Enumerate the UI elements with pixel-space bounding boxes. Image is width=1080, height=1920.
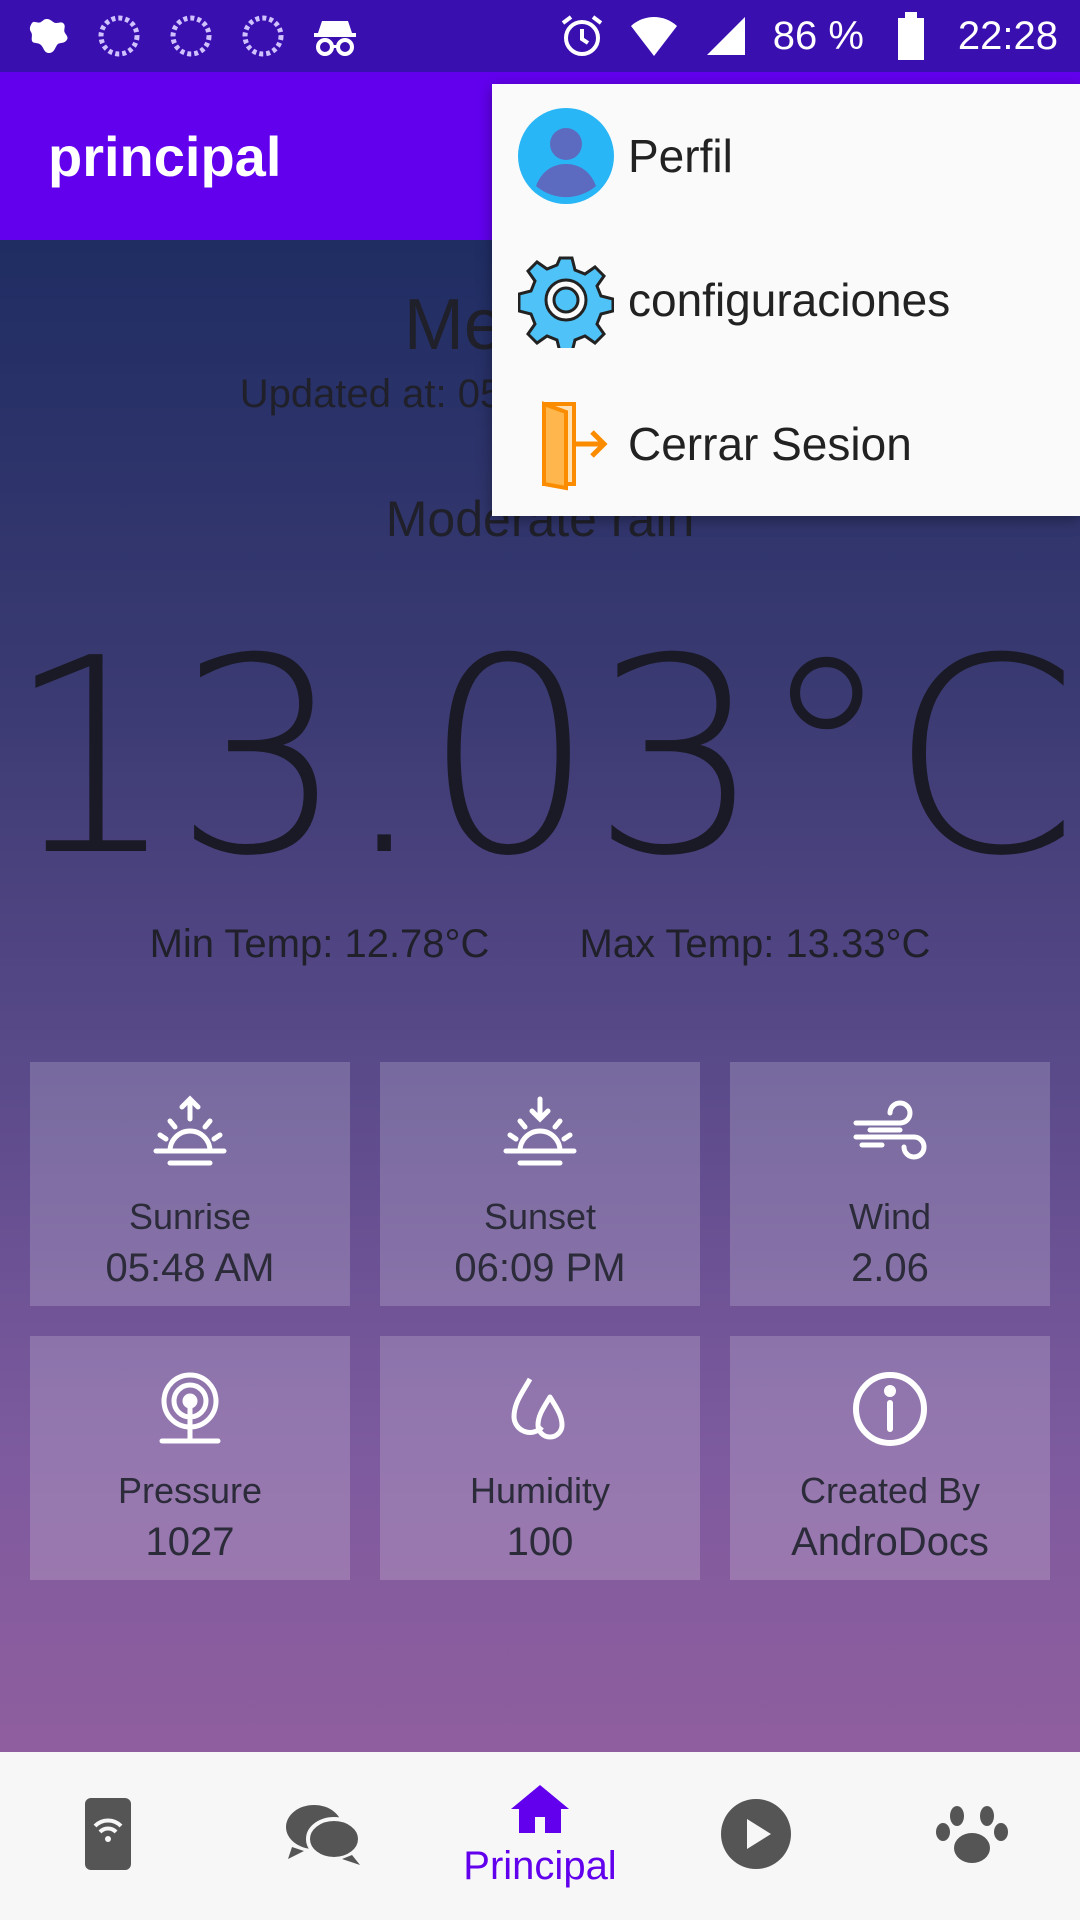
loading-icon	[238, 11, 288, 61]
home-icon	[509, 1783, 571, 1840]
app-notification-icon	[22, 11, 72, 61]
signal-icon	[701, 11, 751, 61]
sunrise-icon	[145, 1090, 235, 1180]
humidity-icon	[495, 1364, 585, 1454]
battery-percent: 86 %	[772, 13, 864, 58]
nav-label-principal: Principal	[463, 1844, 617, 1888]
paw-icon	[935, 1802, 1009, 1871]
status-bar-right: 86 % 22:28	[557, 11, 1058, 61]
logout-door-icon	[516, 394, 616, 494]
app-bar-title: principal	[48, 124, 282, 188]
card-sunrise: Sunrise 05:48 AM	[30, 1062, 350, 1306]
nav-item-phone-wifi[interactable]	[8, 1752, 208, 1920]
card-value: 2.06	[851, 1246, 929, 1290]
wifi-icon	[629, 11, 679, 61]
loading-icon	[94, 11, 144, 61]
card-label: Humidity	[469, 1470, 611, 1511]
menu-item-configuraciones[interactable]: configuraciones	[492, 228, 1080, 372]
loading-icon	[166, 11, 216, 61]
card-label: Sunrise	[128, 1196, 252, 1237]
alarm-icon	[557, 11, 607, 61]
card-label: Wind	[848, 1196, 932, 1237]
nav-item-paw[interactable]	[872, 1752, 1072, 1920]
card-label: Pressure	[117, 1470, 263, 1511]
min-temp: Min Temp: 12.78°C	[149, 922, 490, 966]
card-wind: Wind 2.06	[730, 1062, 1050, 1306]
menu-item-perfil[interactable]: Perfil	[492, 84, 1080, 228]
weather-details-grid: Sunrise 05:48 AM Sunset 06:09 PM Wind 2.…	[30, 1062, 1050, 1580]
card-label: Created By	[799, 1470, 981, 1511]
clock: 22:28	[957, 13, 1058, 58]
card-humidity: Humidity 100	[380, 1336, 700, 1580]
menu-label: configuraciones	[628, 274, 951, 326]
card-pressure: Pressure 1027	[30, 1336, 350, 1580]
pressure-icon	[145, 1364, 235, 1454]
sunset-icon	[495, 1090, 585, 1180]
card-value: 100	[506, 1520, 574, 1564]
wind-icon	[845, 1090, 935, 1180]
card-label: Sunset	[483, 1196, 597, 1237]
chat-icon	[284, 1799, 364, 1874]
card-value: 05:48 AM	[105, 1246, 275, 1290]
card-created-by: Created By AndroDocs	[730, 1336, 1050, 1580]
card-value: 1027	[145, 1520, 235, 1564]
nav-item-play[interactable]	[656, 1752, 856, 1920]
phone-wifi-icon	[83, 1796, 133, 1877]
play-icon	[719, 1797, 793, 1876]
profile-icon	[516, 106, 616, 206]
card-value: 06:09 PM	[454, 1246, 626, 1290]
gear-icon	[516, 250, 616, 350]
max-temp: Max Temp: 13.33°C	[579, 922, 931, 966]
menu-label: Cerrar Sesion	[628, 418, 912, 470]
incognito-icon	[310, 11, 360, 61]
card-sunset: Sunset 06:09 PM	[380, 1062, 700, 1306]
card-value: AndroDocs	[791, 1520, 989, 1564]
menu-label: Perfil	[628, 130, 733, 182]
status-bar: 86 % 22:28	[0, 0, 1080, 72]
menu-item-cerrar-sesion[interactable]: Cerrar Sesion	[492, 372, 1080, 516]
bottom-navigation: Principal	[0, 1752, 1080, 1920]
nav-item-chat[interactable]	[224, 1752, 424, 1920]
overflow-menu: Perfil configuraciones Cerrar Sesion	[492, 84, 1080, 516]
status-bar-left	[22, 11, 360, 61]
min-max-temp: Min Temp: 12.78°C Max Temp: 13.33°C	[0, 922, 1080, 967]
info-icon	[845, 1364, 935, 1454]
battery-icon	[886, 11, 936, 61]
temperature: 13.03°C	[5, 600, 1078, 915]
nav-item-principal[interactable]: Principal	[440, 1752, 640, 1920]
